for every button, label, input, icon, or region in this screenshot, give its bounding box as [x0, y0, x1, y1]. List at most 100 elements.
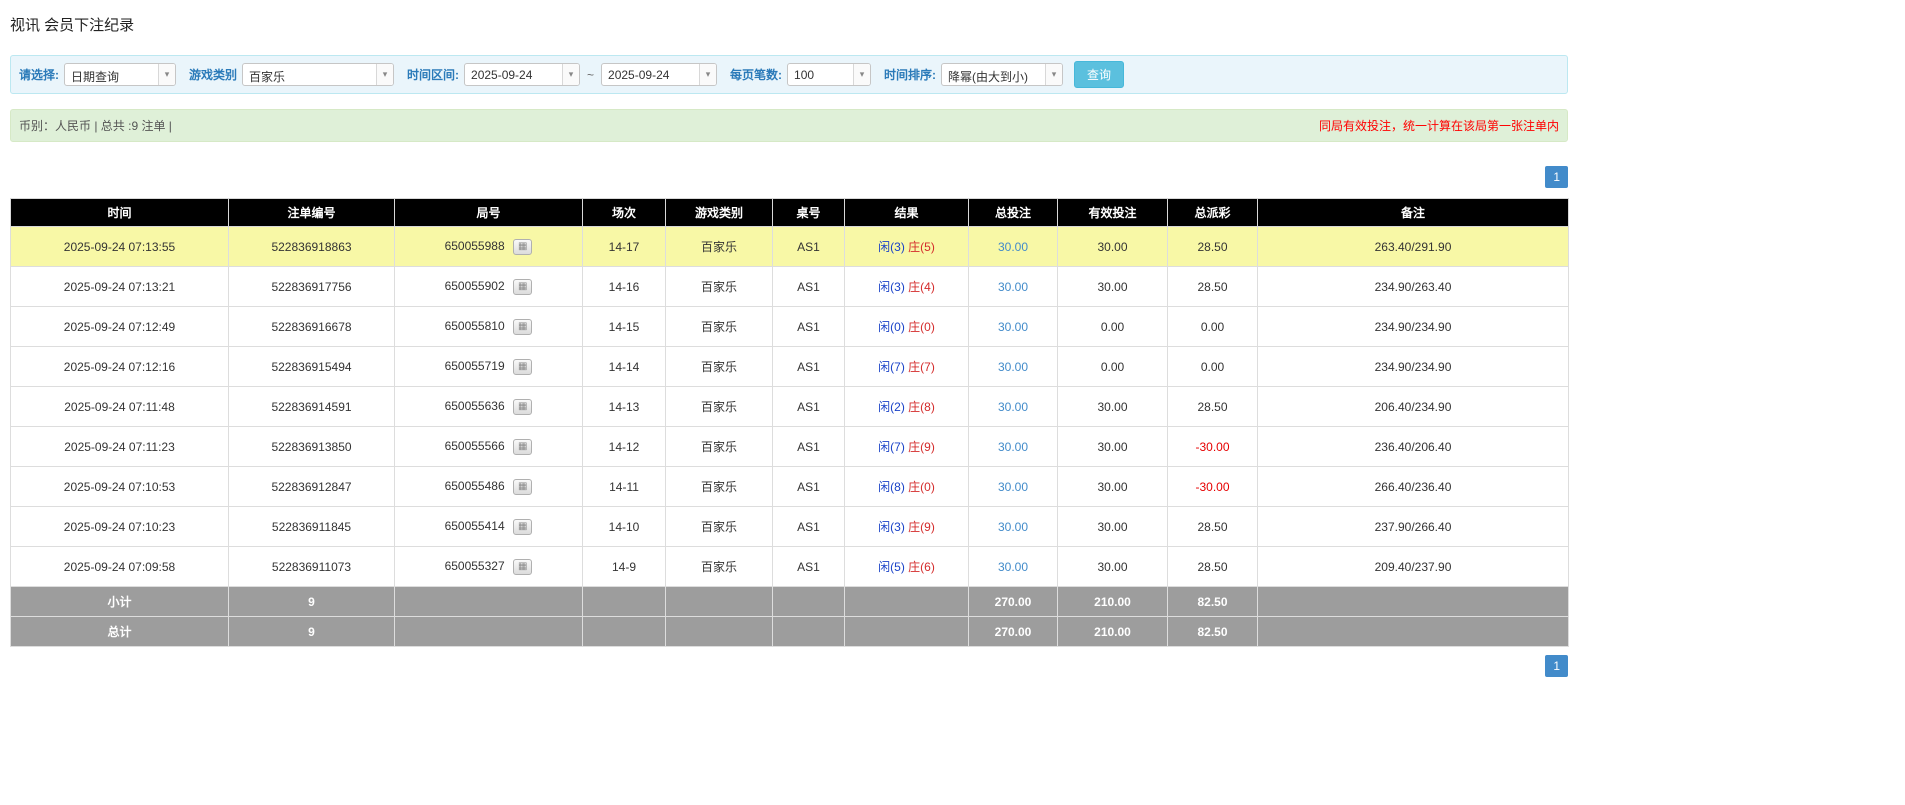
cell-session: 14-16: [582, 266, 666, 307]
result-player: 闲(5): [878, 560, 905, 574]
cell-round: 650055486 ▦: [394, 466, 583, 507]
cell-time: 2025-09-24 07:13:55: [10, 226, 229, 267]
chevron-down-icon[interactable]: ▾: [853, 64, 871, 85]
cell-payout: -30.00: [1167, 466, 1258, 507]
cell-total-bet: 30.00: [968, 306, 1058, 347]
empty-cell: [844, 616, 969, 647]
round-replay-icon[interactable]: ▦: [512, 438, 533, 455]
query-type-select[interactable]: 日期查询 ▾: [64, 63, 176, 86]
total-row: 总计 9 270.00 210.00 82.50: [10, 616, 1569, 647]
cell-round: 650055719 ▦: [394, 346, 583, 387]
round-replay-icon[interactable]: ▦: [512, 518, 533, 535]
total-bet-link[interactable]: 30.00: [998, 560, 1028, 574]
cell-valid-bet: 0.00: [1057, 306, 1168, 347]
round-replay-icon[interactable]: ▦: [512, 478, 533, 495]
sort-order-value: 降幂(由大到小): [948, 70, 1029, 84]
col-game-type: 游戏类别: [665, 198, 773, 227]
query-button[interactable]: 查询: [1074, 61, 1125, 88]
cell-bet-id: 522836914591: [228, 386, 395, 427]
total-bet-link[interactable]: 30.00: [998, 440, 1028, 454]
cell-valid-bet: 30.00: [1057, 506, 1168, 547]
pagination-bottom: 1: [10, 655, 1568, 677]
cell-table-no: AS1: [772, 546, 845, 587]
query-type-value: 日期查询: [71, 70, 120, 84]
cell-remark: 263.40/291.90: [1257, 226, 1569, 267]
total-bet-link[interactable]: 30.00: [998, 400, 1028, 414]
result-banker: 庄(6): [908, 560, 935, 574]
filter-label-time-range: 时间区间:: [407, 68, 460, 82]
cell-valid-bet: 30.00: [1057, 426, 1168, 467]
cell-table-no: AS1: [772, 466, 845, 507]
cell-total-bet: 30.00: [968, 426, 1058, 467]
cell-payout: 28.50: [1167, 266, 1258, 307]
round-replay-icon[interactable]: ▦: [512, 398, 533, 415]
total-bet-link[interactable]: 30.00: [998, 320, 1028, 334]
cell-payout: 28.50: [1167, 386, 1258, 427]
page-title: 视讯 会员下注纪录: [10, 17, 135, 34]
total-bet-link[interactable]: 30.00: [998, 240, 1028, 254]
cell-remark: 234.90/234.90: [1257, 306, 1569, 347]
cell-round: 650055636 ▦: [394, 386, 583, 427]
round-replay-icon[interactable]: ▦: [512, 558, 533, 575]
page-button-1[interactable]: 1: [1545, 166, 1568, 188]
cell-bet-id: 522836918863: [228, 226, 395, 267]
cell-result: 闲(8) 庄(0): [844, 466, 969, 507]
subtotal-total-bet: 270.00: [968, 586, 1058, 617]
total-bet-link[interactable]: 30.00: [998, 360, 1028, 374]
chevron-down-icon[interactable]: ▾: [699, 64, 717, 85]
round-replay-icon[interactable]: ▦: [512, 318, 533, 335]
total-bet-link[interactable]: 30.00: [998, 280, 1028, 294]
cell-total-bet: 30.00: [968, 346, 1058, 387]
cell-total-bet: 30.00: [968, 266, 1058, 307]
cell-result: 闲(3) 庄(5): [844, 226, 969, 267]
col-payout: 总派彩: [1167, 198, 1258, 227]
chevron-down-icon[interactable]: ▾: [158, 64, 175, 85]
date-from-select[interactable]: 2025-09-24 ▾: [464, 63, 581, 86]
result-banker: 庄(0): [908, 320, 935, 334]
col-result: 结果: [844, 198, 969, 227]
cell-remark: 206.40/234.90: [1257, 386, 1569, 427]
round-replay-icon[interactable]: ▦: [512, 238, 533, 255]
table-row: 2025-09-24 07:13:55 522836918863 650055988…: [10, 226, 1569, 267]
table-row: 2025-09-24 07:10:53 522836912847 650055486…: [10, 466, 1569, 507]
cell-result: 闲(5) 庄(6): [844, 546, 969, 587]
date-to-select[interactable]: 2025-09-24 ▾: [601, 63, 718, 86]
chevron-down-icon[interactable]: ▾: [376, 64, 394, 85]
table-row: 2025-09-24 07:09:58 522836911073 650055327…: [10, 546, 1569, 587]
game-type-select[interactable]: 百家乐 ▾: [242, 63, 395, 86]
cell-session: 14-17: [582, 226, 666, 267]
cell-time: 2025-09-24 07:10:53: [10, 466, 229, 507]
table-header-row: 时间 注单编号 局号 场次 游戏类别 桌号 结果 总投注 有效投注 总派彩 备注: [10, 198, 1569, 227]
chevron-down-icon[interactable]: ▾: [562, 64, 580, 85]
round-replay-icon[interactable]: ▦: [512, 278, 533, 295]
result-player: 闲(3): [878, 240, 905, 254]
chevron-down-icon[interactable]: ▾: [1045, 64, 1063, 85]
cell-bet-id: 522836911073: [228, 546, 395, 587]
cell-payout: -30.00: [1167, 426, 1258, 467]
cell-time: 2025-09-24 07:11:23: [10, 426, 229, 467]
total-valid-bet: 210.00: [1057, 616, 1168, 647]
empty-cell: [772, 586, 845, 617]
cell-total-bet: 30.00: [968, 506, 1058, 547]
cell-result: 闲(7) 庄(9): [844, 426, 969, 467]
subtotal-row: 小计 9 270.00 210.00 82.50: [10, 586, 1569, 617]
cell-total-bet: 30.00: [968, 386, 1058, 427]
filter-label-page-size: 每页笔数:: [730, 68, 783, 82]
cell-table-no: AS1: [772, 226, 845, 267]
total-bet-link[interactable]: 30.00: [998, 520, 1028, 534]
sort-order-select[interactable]: 降幂(由大到小) ▾: [941, 63, 1064, 86]
filter-bar: 请选择: 日期查询 ▾ 游戏类别 百家乐 ▾ 时间区间: 2025-09-24 …: [10, 55, 1568, 94]
result-banker: 庄(9): [908, 520, 935, 534]
cell-bet-id: 522836913850: [228, 426, 395, 467]
subtotal-valid-bet: 210.00: [1057, 586, 1168, 617]
page-button-1[interactable]: 1: [1545, 655, 1568, 677]
cell-round: 650055414 ▦: [394, 506, 583, 547]
table-row: 2025-09-24 07:10:23 522836911845 650055414…: [10, 506, 1569, 547]
total-bet-link[interactable]: 30.00: [998, 480, 1028, 494]
empty-cell: [665, 616, 773, 647]
page-size-select[interactable]: 100 ▾: [787, 63, 872, 86]
col-remark: 备注: [1257, 198, 1569, 227]
round-replay-icon[interactable]: ▦: [512, 358, 533, 375]
cell-remark: 209.40/237.90: [1257, 546, 1569, 587]
cell-table-no: AS1: [772, 266, 845, 307]
